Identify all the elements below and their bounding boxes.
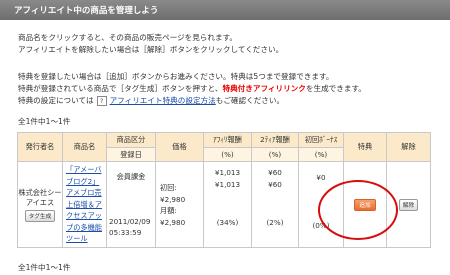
intro-line-4-post: を生成できます。 — [305, 84, 366, 93]
tier2-yen-1: ¥60 — [268, 168, 282, 177]
intro-line-5-post: もご確認ください。 — [215, 96, 285, 105]
col-affiliate-fee: ｱﾌｨﾘ報酬 — [203, 132, 252, 148]
col-bonus: 特典 — [343, 132, 387, 162]
section-title: アフィリエイト中の商品を管理しよう — [14, 6, 159, 16]
aff-pct: (34%) — [216, 218, 239, 227]
col-issuer: 発行者名 — [17, 132, 63, 162]
bonus-yen: ¥0 — [316, 173, 326, 182]
col-bonus-unit: (%) — [298, 147, 344, 162]
intro-line-4-pre: 特典が登録されている商品で［タグ生成］ボタンを押すと、 — [18, 84, 223, 93]
price-initial: ¥2,980 — [160, 194, 186, 204]
price-initial-label: 初回: — [160, 183, 177, 192]
result-count-bottom: 全1件中1～1件 — [18, 263, 71, 272]
col-category: 商品区分 — [106, 132, 156, 148]
issuer-name: 株式会社シーアイエス — [18, 187, 62, 207]
aff-yen-2: ¥1,013 — [214, 180, 241, 189]
price-monthly: ¥2,980 — [160, 217, 186, 227]
product-line: ツール — [66, 234, 88, 244]
col-tier2-fee: 2ﾃｨｱ報酬 — [251, 132, 299, 148]
col-reg-date: 登録日 — [106, 147, 156, 162]
col-price: 価格 — [155, 132, 204, 162]
section-header: アフィリエイト中の商品を管理しよう — [0, 0, 450, 20]
product-line: プの多機能 — [66, 222, 102, 232]
price-cell: 初回: ¥2,980 月額: ¥2,980 — [155, 161, 204, 248]
bonus-settings-link[interactable]: アフィリエイト特典の設定方法 — [110, 96, 216, 105]
cancel-affiliate-button[interactable]: 解除 — [398, 198, 419, 211]
category-cell: 会員課金 2011/02/09 05:33:59 — [106, 161, 156, 248]
col-tier2-unit: (%) — [251, 147, 299, 162]
help-icon[interactable]: ? — [96, 96, 107, 106]
intro-line-3: 特典を登録したい場合は［追加］ボタンからお進みください。特典は5つまで登録できま… — [18, 72, 334, 81]
affiliate-link-highlight: 特典付きアフィリリンク — [222, 84, 306, 93]
intro-line-5-pre: 特典の設定については — [18, 96, 94, 105]
tier2-yen-2: ¥60 — [268, 180, 282, 189]
intro-line-4: 特典が登録されている商品で［タグ生成］ボタンを押すと、特典付きアフィリリンクを生… — [18, 83, 366, 94]
tier2-fee-cell: ¥60 ¥60 (2%) — [251, 161, 299, 248]
highlight-circle — [318, 180, 398, 240]
category-value: 会員課金 — [116, 172, 146, 181]
col-affiliate-unit: (%) — [203, 147, 252, 162]
intro-line-2: アフィリエイトを解除したい場合は［解除］ボタンをクリックしてください。 — [18, 45, 284, 54]
product-name-link[interactable]: 「アメーバ ブログ2」 アメブロ売 上倍増＆ア クセスアッ プの多機能 ツール — [62, 161, 107, 248]
product-line: クセスアッ — [66, 211, 102, 221]
tag-generate-button[interactable]: タグ生成 — [24, 209, 56, 222]
issuer-cell: 株式会社シーアイエス タグ生成 — [17, 161, 63, 248]
reg-date-value: 2011/02/09 05:33:59 — [109, 217, 151, 237]
col-cancel: 解除 — [386, 132, 431, 162]
intro-line-5: 特典の設定については? アフィリエイト特典の設定方法もご確認ください。 — [18, 95, 284, 106]
result-count-top: 全1件中1～1件 — [18, 117, 71, 126]
price-monthly-label: 月額: — [160, 206, 177, 215]
col-product: 商品名 — [62, 132, 107, 162]
product-line: 「アメーバ — [66, 165, 102, 175]
aff-yen-1: ¥1,013 — [214, 168, 241, 177]
affiliate-fee-cell: ¥1,013 ¥1,013 (34%) — [203, 161, 252, 248]
product-line: ブログ2」 — [66, 176, 100, 186]
col-first-bonus: 初回ﾎﾞｰﾅｽ — [298, 132, 344, 148]
tier2-pct: (2%) — [266, 218, 284, 227]
intro-line-1: 商品名をクリックすると、その商品の販売ページを見られます。 — [18, 33, 237, 42]
product-line: 上倍増＆ア — [66, 199, 102, 209]
product-line: アメブロ売 — [66, 188, 102, 198]
